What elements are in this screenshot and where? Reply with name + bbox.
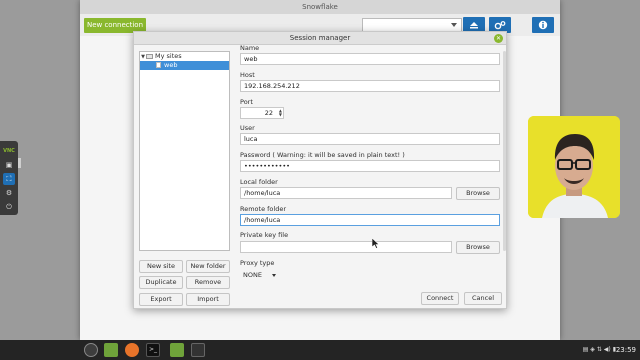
remote-folder-field[interactable]: /home/luca xyxy=(240,214,500,226)
presenter-face-image xyxy=(528,116,620,218)
screen-icon[interactable]: ▣ xyxy=(3,159,15,171)
gears-icon xyxy=(494,21,506,30)
shield-icon[interactable]: ◈ xyxy=(590,346,595,353)
name-field[interactable]: web xyxy=(240,53,500,65)
terminal-icon[interactable]: >_ xyxy=(146,343,160,357)
folder-icon[interactable] xyxy=(170,343,184,357)
proxy-type-label: Proxy type xyxy=(240,259,275,267)
file-icon xyxy=(156,62,161,68)
import-button[interactable]: Import xyxy=(186,293,230,306)
gear-icon[interactable]: ⚙ xyxy=(3,187,15,199)
new-folder-button[interactable]: New folder xyxy=(186,260,230,273)
user-label: User xyxy=(240,124,255,132)
connect-button[interactable]: Connect xyxy=(421,292,459,305)
vnc-side-dock: VNC ▣ ⛶ ⚙ ⏻ xyxy=(0,141,18,215)
tree-item-web[interactable]: web xyxy=(140,61,229,70)
site-tree[interactable]: ▼ My sites web xyxy=(139,51,230,251)
tree-folder-my-sites[interactable]: ▼ My sites xyxy=(140,52,229,61)
form-scrollbar[interactable] xyxy=(503,51,506,251)
file-manager-icon[interactable] xyxy=(104,343,118,357)
host-field[interactable]: 192.168.254.212 xyxy=(240,80,500,92)
local-folder-label: Local folder xyxy=(240,178,278,186)
password-field[interactable]: •••••••••••• xyxy=(240,160,500,172)
browse-local-button[interactable]: Browse xyxy=(456,187,500,200)
clock[interactable]: 23:59 xyxy=(616,340,636,360)
duplicate-button[interactable]: Duplicate xyxy=(139,276,183,289)
dialog-title-bar: Session manager ✕ xyxy=(134,32,506,45)
proxy-type-value: NONE xyxy=(243,271,262,279)
vnc-logo: VNC xyxy=(3,148,15,154)
tree-folder-label: My sites xyxy=(155,52,182,60)
dock-handle[interactable] xyxy=(18,158,21,168)
fullscreen-icon[interactable]: ⛶ xyxy=(3,173,15,185)
clipboard-icon[interactable]: ▤ xyxy=(583,346,589,353)
webcam-overlay xyxy=(528,116,620,218)
eject-icon xyxy=(470,22,478,29)
volume-icon[interactable]: ◀) xyxy=(604,346,611,353)
firefox-icon[interactable] xyxy=(125,343,139,357)
close-icon[interactable]: ✕ xyxy=(494,34,503,43)
proxy-type-select[interactable]: NONE xyxy=(240,269,278,281)
port-label: Port xyxy=(240,98,253,106)
local-folder-field[interactable]: /home/luca xyxy=(240,187,452,199)
password-label: Password ( Warning: it will be saved in … xyxy=(240,151,405,159)
system-tray: ▤ ◈ ⇅ ◀) ▮ xyxy=(583,345,616,355)
remote-folder-label: Remote folder xyxy=(240,205,287,213)
window-title: Snowflake xyxy=(80,0,560,14)
info-icon xyxy=(538,20,548,30)
power-icon[interactable]: ⏻ xyxy=(3,201,15,213)
mouse-cursor-icon xyxy=(372,238,380,249)
new-site-button[interactable]: New site xyxy=(139,260,183,273)
menu-icon[interactable] xyxy=(84,343,98,357)
chevron-down-icon xyxy=(272,274,276,277)
private-key-label: Private key file xyxy=(240,231,289,239)
folder-icon xyxy=(146,53,153,59)
network-icon[interactable]: ⇅ xyxy=(597,346,602,353)
info-button[interactable] xyxy=(532,17,554,33)
taskbar: >_ ▤ ◈ ⇅ ◀) ▮ 23:59 xyxy=(0,340,640,360)
spinner-arrows-icon[interactable]: ▲ ▼ xyxy=(279,109,282,117)
browse-key-button[interactable]: Browse xyxy=(456,241,500,254)
dialog-title: Session manager xyxy=(289,34,351,42)
user-field[interactable]: luca xyxy=(240,133,500,145)
cancel-button[interactable]: Cancel xyxy=(464,292,502,305)
remove-button[interactable]: Remove xyxy=(186,276,230,289)
tree-item-label: web xyxy=(164,61,178,69)
port-stepper[interactable]: 22 ▲ ▼ xyxy=(240,107,284,119)
port-value: 22 xyxy=(264,109,273,117)
export-button[interactable]: Export xyxy=(139,293,183,306)
session-manager-dialog: Session manager ✕ ▼ My sites web New site… xyxy=(133,31,507,309)
remote-desktop-icon[interactable] xyxy=(191,343,205,357)
name-label: Name xyxy=(240,44,260,52)
host-label: Host xyxy=(240,71,255,79)
private-key-field[interactable] xyxy=(240,241,452,253)
session-dropdown[interactable] xyxy=(362,18,462,32)
chevron-down-icon xyxy=(451,23,457,27)
